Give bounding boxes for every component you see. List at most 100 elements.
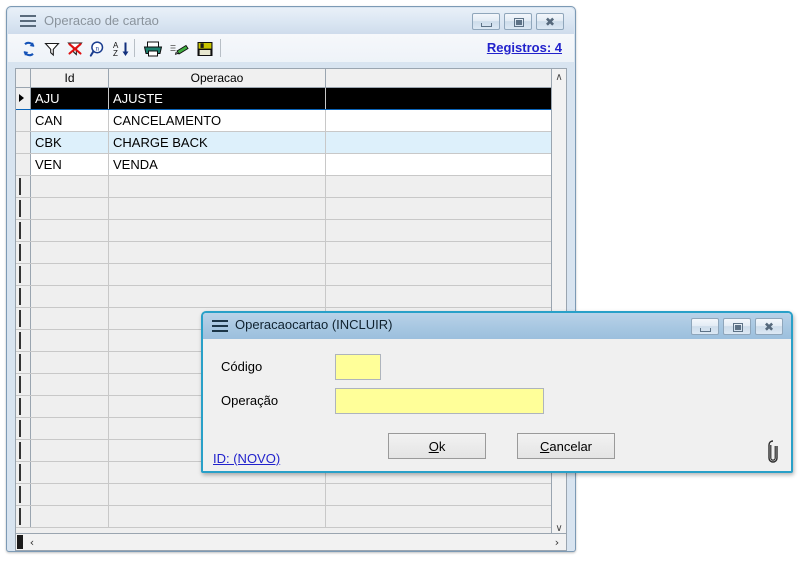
hamburger-icon[interactable] [20,15,36,27]
cell-blank [326,286,553,307]
paperclip-icon[interactable] [765,439,781,465]
row-selector[interactable] [16,264,31,285]
table-row[interactable]: VENVENDA [16,154,553,176]
table-row-empty[interactable] [16,242,553,264]
incluir-dialog: Operacaocartao (INCLUIR) ✖ Código Operaç… [201,311,793,473]
toolbar-separator [134,39,135,57]
table-row-empty[interactable] [16,506,553,528]
dialog-maximize-button[interactable] [723,318,751,335]
row-selector[interactable] [16,418,31,439]
refresh-icon[interactable] [18,38,39,59]
dialog-minimize-button[interactable] [691,318,719,335]
sort-az-icon[interactable]: A Z [110,38,131,59]
row-marker-icon [19,376,21,393]
cell-id [31,286,109,307]
table-row[interactable]: AJUAJUSTE [16,88,553,110]
table-row-empty[interactable] [16,176,553,198]
row-selector[interactable] [16,506,31,527]
minimize-button[interactable] [472,13,500,30]
row-selector[interactable] [16,308,31,329]
table-row-empty[interactable] [16,198,553,220]
row-selector[interactable] [16,110,31,131]
row-marker-icon [19,420,21,437]
cell-id [31,396,109,417]
maximize-button[interactable] [504,13,532,30]
row-selector[interactable] [16,396,31,417]
grid-header-operacao[interactable]: Operacao [109,69,326,87]
grid-header-id[interactable]: Id [31,69,109,87]
ok-button[interactable]: Ok [388,433,486,459]
filter-icon[interactable] [41,38,62,59]
operacao-label: Operação [221,393,278,408]
dialog-titlebar[interactable]: Operacaocartao (INCLUIR) ✖ [203,313,791,339]
cell-blank [326,506,553,527]
codigo-input[interactable] [335,354,381,380]
row-marker-icon [19,464,21,481]
row-selector[interactable] [16,154,31,175]
scroll-up-icon[interactable]: ∧ [552,69,566,85]
grid-horizontal-scrollbar[interactable]: ‹ › [15,533,567,551]
table-row-empty[interactable] [16,264,553,286]
dialog-close-button[interactable]: ✖ [755,318,783,335]
row-selector[interactable] [16,176,31,197]
export-icon[interactable] [168,38,189,59]
minimize-icon [481,23,492,27]
row-marker-icon [19,266,21,283]
cell-id [31,374,109,395]
row-selector[interactable] [16,352,31,373]
row-marker-icon [19,244,21,261]
cell-blank [326,198,553,219]
operacao-input[interactable] [335,388,544,414]
main-window-titlebar[interactable]: Operacao de cartao ✖ [8,8,574,34]
print-icon[interactable] [142,38,163,59]
search-icon[interactable]: n [87,38,108,59]
scroll-left-icon[interactable]: ‹ [25,534,39,550]
dialog-title: Operacaocartao (INCLUIR) [235,317,393,332]
cell-operacao: VENDA [109,154,326,175]
cell-id [31,352,109,373]
row-selector[interactable] [16,132,31,153]
row-selector[interactable] [16,374,31,395]
cell-operacao [109,220,326,241]
save-icon[interactable] [194,38,215,59]
cell-operacao [109,242,326,263]
cell-blank [326,242,553,263]
row-selector[interactable] [16,220,31,241]
row-selector[interactable] [16,198,31,219]
cancel-button[interactable]: Cancelar [517,433,615,459]
cell-operacao [109,198,326,219]
row-selector[interactable] [16,440,31,461]
table-row[interactable]: CANCANCELAMENTO [16,110,553,132]
table-row[interactable]: CBKCHARGE BACK [16,132,553,154]
id-novo-link[interactable]: ID: (NOVO) [213,451,280,466]
grid-header-selector [16,69,31,87]
cell-id [31,220,109,241]
svg-text:Z: Z [113,49,118,58]
cell-blank [326,264,553,285]
cell-id [31,484,109,505]
minimize-icon [700,328,711,332]
table-row-empty[interactable] [16,484,553,506]
cell-id: VEN [31,154,109,175]
ok-accel: O [429,439,439,454]
table-row-empty[interactable] [16,220,553,242]
grid-header-row: Id Operacao [16,69,567,88]
row-selector[interactable] [16,286,31,307]
cell-id [31,330,109,351]
clear-filter-icon[interactable] [64,38,85,59]
records-count-link[interactable]: Registros: 4 [487,40,562,55]
row-selector[interactable] [16,484,31,505]
cell-blank [326,484,553,505]
row-selector[interactable] [16,88,31,109]
row-selector[interactable] [16,330,31,351]
hscroll-thumb[interactable] [17,535,23,549]
cell-blank [326,220,553,241]
dialog-hamburger-icon[interactable] [212,320,228,332]
cancel-rest: ancelar [549,439,592,454]
row-selector[interactable] [16,462,31,483]
scroll-right-icon[interactable]: › [550,534,564,550]
table-row-empty[interactable] [16,286,553,308]
close-button[interactable]: ✖ [536,13,564,30]
row-selector[interactable] [16,242,31,263]
cell-id [31,440,109,461]
